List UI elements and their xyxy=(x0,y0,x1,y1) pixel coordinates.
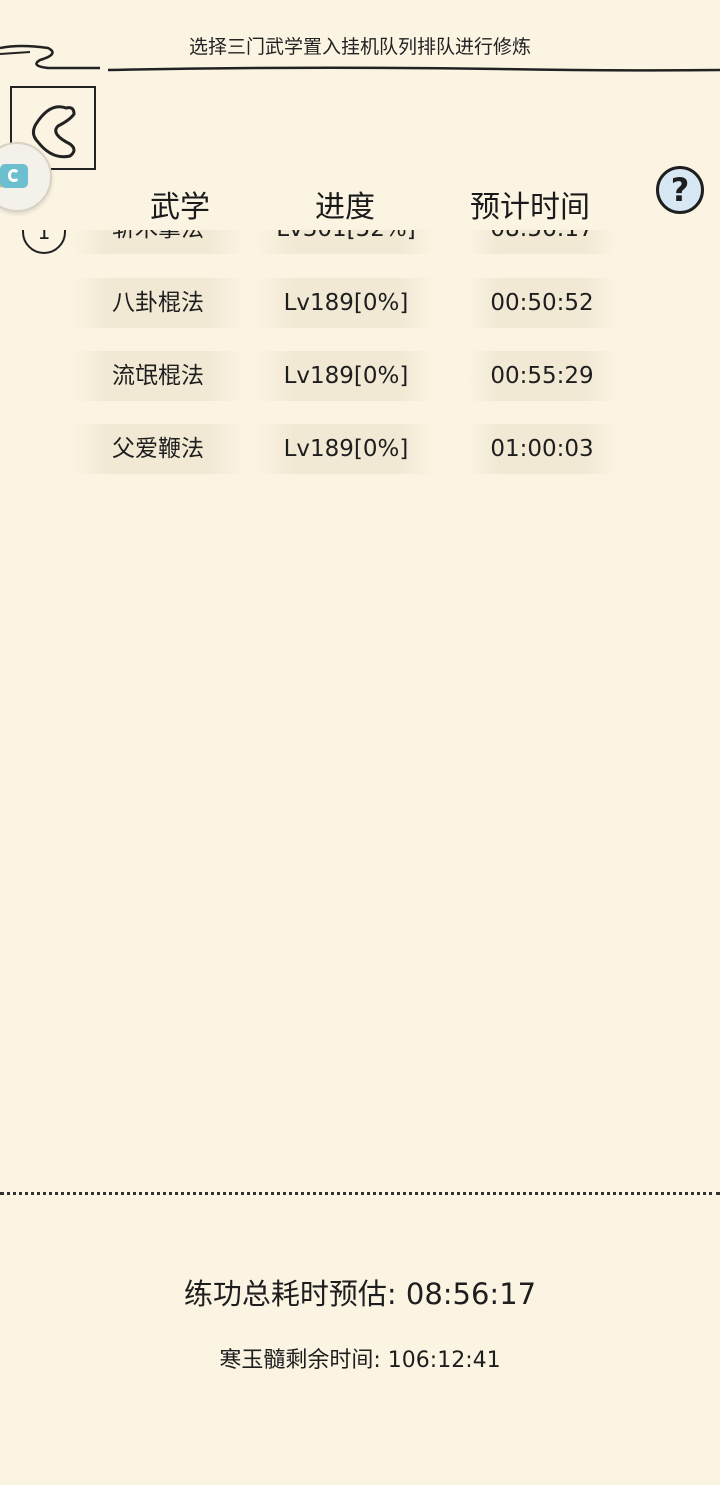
question-mark-icon: ? xyxy=(670,171,690,209)
help-button[interactable]: ? xyxy=(656,166,704,214)
skill-progress: Lv189[0%] xyxy=(256,278,436,328)
skill-time: 00:50:52 xyxy=(468,278,616,328)
table-row[interactable]: 流氓棍法 Lv189[0%] 00:55:29 xyxy=(0,351,720,401)
assistant-icon xyxy=(0,164,28,188)
column-header-skill: 武学 xyxy=(150,190,210,225)
header-brush-line xyxy=(0,44,720,72)
skill-name: 八卦棍法 xyxy=(72,278,244,328)
table-row[interactable]: 八卦棍法 Lv189[0%] 00:50:52 xyxy=(0,278,720,328)
skill-time: 08:56:17 xyxy=(468,230,616,254)
skill-time: 01:00:03 xyxy=(468,424,616,474)
total-time-estimate: 练功总耗时预估: 08:56:17 xyxy=(183,1277,537,1311)
column-header-progress: 进度 xyxy=(315,190,375,225)
skill-name: 父爱鞭法 xyxy=(72,424,244,474)
skill-progress: Lv189[0%] xyxy=(256,351,436,401)
skill-progress: Lv189[0%] xyxy=(256,424,436,474)
divider xyxy=(0,1192,720,1195)
skill-name: 流氓棍法 xyxy=(72,351,244,401)
table-row[interactable]: 父爱鞭法 Lv189[0%] 01:00:03 xyxy=(0,424,720,474)
skill-queue-list[interactable]: 1 斩木掌法 Lv301[52%] 08:56:17 八卦棍法 Lv189[0%… xyxy=(0,230,720,1180)
table-row[interactable]: 斩木掌法 Lv301[52%] 08:56:17 xyxy=(0,230,720,254)
skill-name: 斩木掌法 xyxy=(72,230,244,254)
skill-time: 00:55:29 xyxy=(468,351,616,401)
remaining-resource-time: 寒玉髓剩余时间: 106:12:41 xyxy=(219,1348,501,1373)
column-header-time: 预计时间 xyxy=(470,190,590,225)
skill-progress: Lv301[52%] xyxy=(256,230,436,254)
